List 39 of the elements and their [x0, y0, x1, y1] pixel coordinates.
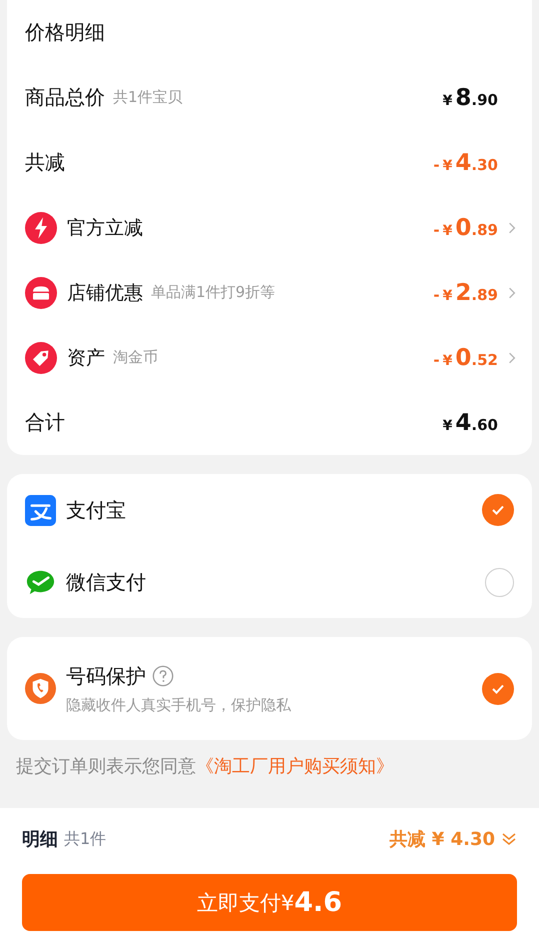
row-label: 商品总价	[25, 84, 105, 111]
payment-method-name: 微信支付	[66, 568, 146, 596]
chevron-right-icon[interactable]	[508, 350, 516, 364]
payment-app-icon	[25, 494, 56, 526]
row-label: 资产	[67, 346, 105, 370]
savings-text: 共减 ¥ 4.30	[390, 828, 495, 851]
chevron-right-icon[interactable]	[508, 286, 516, 300]
item-count: 共1件	[64, 828, 106, 850]
price-text: ¥8.90	[442, 84, 498, 110]
lightning-icon	[25, 212, 57, 244]
row-label: 合计	[25, 409, 65, 436]
double-chevron-icon[interactable]	[501, 831, 517, 847]
price-text: - ¥2.89	[433, 280, 498, 306]
row-label: 官方立减	[67, 216, 143, 240]
protection-title: 号码保护	[66, 662, 146, 690]
row-note: 共1件宝贝	[113, 88, 183, 107]
agreement-link[interactable]: 《淘工厂用户购买须知》	[196, 756, 394, 777]
radio-button[interactable]	[485, 568, 514, 596]
price-text: ¥4.60	[442, 410, 498, 436]
help-icon[interactable]	[152, 665, 174, 687]
row-note: 单品满1件打9折等	[151, 283, 276, 302]
section-title: 价格明细	[25, 19, 105, 46]
protection-description: 隐藏收件人真实手机号，保护隐私	[66, 696, 291, 714]
shop-icon	[25, 276, 57, 308]
row-label: 共减	[25, 149, 65, 176]
row-label: 店铺优惠	[67, 280, 143, 306]
detail-label: 明细	[22, 828, 58, 851]
price-text: - ¥0.52	[433, 344, 498, 370]
pay-now-button[interactable]: 立即支付¥4.6	[22, 874, 517, 931]
price-text: - ¥4.30	[433, 150, 498, 176]
shield-phone-icon	[25, 673, 56, 704]
chevron-right-icon[interactable]	[508, 220, 516, 234]
row-note: 淘金币	[113, 348, 158, 367]
price-text: - ¥0.89	[433, 214, 498, 240]
checkbox[interactable]	[482, 672, 514, 704]
tag-icon	[25, 342, 57, 374]
agreement-text: 提交订单则表示您同意	[16, 756, 196, 777]
payment-method-name: 支付宝	[66, 496, 126, 524]
radio-button[interactable]	[482, 494, 514, 526]
